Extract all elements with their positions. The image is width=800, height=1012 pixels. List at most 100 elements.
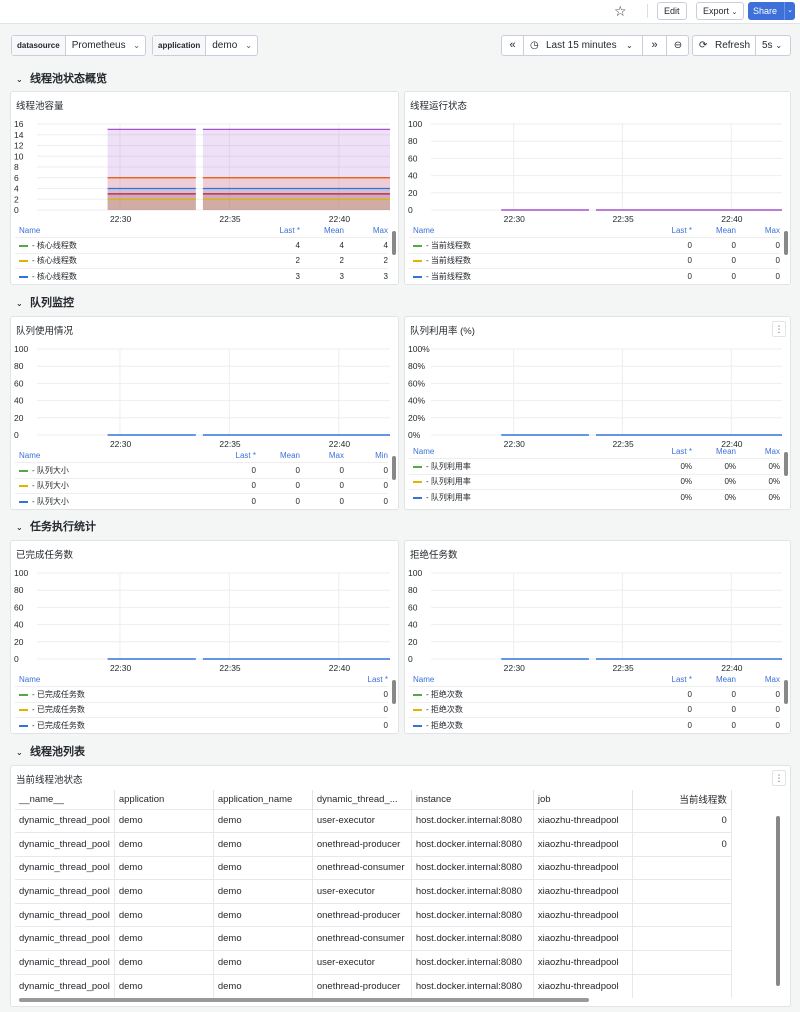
legend-row[interactable]: - 已完成任务数 0 — [15, 701, 388, 718]
column-header[interactable]: __name__ — [15, 790, 115, 809]
table-row[interactable]: dynamic_thread_pool demo demo onethread-pro… — [15, 832, 732, 857]
legend-row[interactable]: - 当前线程数 0 0 0 — [409, 237, 780, 253]
legend-col-stat[interactable]: Mean — [256, 451, 300, 460]
legend-col-stat[interactable]: Min — [344, 451, 388, 460]
legend-scrollbar[interactable] — [784, 680, 788, 704]
legend-table: Name Last * Mean Max Min - 队列大小 0 0 0 0 - 队列大小 0 0 0 0… — [15, 448, 388, 509]
chevron-down-icon[interactable]: ⌄ — [784, 2, 795, 20]
legend-col-stat[interactable]: Mean — [692, 447, 736, 456]
shift-forward-icon[interactable]: » — [642, 36, 666, 55]
table-row[interactable]: dynamic_thread_pool demo demo onethread-con… — [15, 926, 732, 951]
legend-row[interactable]: - 队列利用率 0% 0% 0% — [409, 473, 780, 490]
legend-series-name: - 拒绝次数 — [409, 689, 648, 700]
legend-scrollbar[interactable] — [784, 452, 788, 476]
legend-col-stat[interactable]: Mean — [692, 226, 736, 235]
legend-value: 3 — [295, 271, 300, 281]
legend-value: 0 — [775, 705, 780, 715]
row-header-queue[interactable]: ⌄ 队列监控 — [16, 294, 74, 310]
legend-col-name[interactable]: Name — [409, 675, 648, 684]
legend-col-stat[interactable]: Max — [344, 226, 388, 235]
star-icon[interactable]: ☆ — [614, 3, 627, 20]
y-tick-label: 40 — [408, 171, 418, 181]
legend-col-stat[interactable]: Last * — [648, 675, 692, 684]
legend-col-name[interactable]: Name — [409, 447, 648, 456]
legend-row[interactable]: - 当前线程数 0 0 0 — [409, 268, 780, 284]
table-row[interactable]: dynamic_thread_pool demo demo onethread-pro… — [15, 973, 732, 998]
legend-value: 0 — [687, 689, 692, 699]
legend-col-stat[interactable]: Mean — [692, 675, 736, 684]
legend-col-stat[interactable]: Max — [300, 451, 344, 460]
variable-application[interactable]: application demo ⌄ — [152, 35, 258, 56]
legend-row[interactable]: - 已完成任务数 0 — [15, 686, 388, 702]
row-header-overview[interactable]: ⌄ 线程池状态概览 — [16, 70, 107, 86]
column-header[interactable]: 当前线程数 — [632, 790, 732, 809]
time-range-picker[interactable]: Last 15 minutes — [546, 36, 617, 55]
column-header[interactable]: job — [533, 790, 633, 809]
panel-menu-icon[interactable]: ⋮ — [772, 321, 786, 337]
legend-row[interactable]: - 队列利用率 0% 0% 0% — [409, 489, 780, 505]
table-cell: onethread-producer — [312, 902, 412, 927]
refresh-button[interactable]: Refresh — [715, 36, 750, 55]
legend-col-name[interactable]: Name — [15, 675, 344, 684]
table-row[interactable]: dynamic_thread_pool demo demo onethread-pro… — [15, 902, 732, 927]
legend-row[interactable]: - 队列大小 0 0 0 0 — [15, 493, 388, 509]
legend-col-stat[interactable]: Mean — [300, 226, 344, 235]
table-vertical-scrollbar[interactable] — [776, 816, 780, 986]
y-tick-label: 14 — [14, 130, 24, 140]
variable-datasource[interactable]: datasource Prometheus ⌄ — [11, 35, 146, 56]
export-button[interactable]: Export ⌄ — [696, 2, 745, 20]
legend-row[interactable]: - 核心线程数 2 2 2 — [15, 252, 388, 269]
y-tick-label: 60 — [14, 602, 24, 612]
table-row[interactable]: dynamic_thread_pool demo demo onethread-con… — [15, 855, 732, 880]
legend-label: - 拒绝次数 — [426, 720, 463, 730]
legend-col-name[interactable]: Name — [409, 226, 648, 235]
legend-row[interactable]: - 队列大小 0 0 0 0 — [15, 477, 388, 494]
legend-row[interactable]: - 队列利用率 0% 0% 0% — [409, 458, 780, 474]
legend-row[interactable]: - 拒绝次数 0 0 0 — [409, 717, 780, 733]
row-header-list[interactable]: ⌄ 线程池列表 — [16, 743, 85, 759]
table-row[interactable]: dynamic_thread_pool demo demo user-executor… — [15, 879, 732, 904]
share-button[interactable]: Share ⌄ — [748, 2, 795, 20]
shift-back-icon[interactable]: « — [502, 36, 524, 55]
legend-row[interactable]: - 队列大小 0 0 0 0 — [15, 462, 388, 478]
refresh-interval-picker[interactable]: 5s ⌄ — [755, 36, 791, 55]
column-header[interactable]: instance — [411, 790, 534, 809]
legend-row[interactable]: - 当前线程数 0 0 0 — [409, 252, 780, 269]
legend-col-name[interactable]: Name — [15, 226, 256, 235]
column-header[interactable]: application_name — [213, 790, 313, 809]
table-row[interactable]: dynamic_thread_pool demo demo user-executor… — [15, 808, 732, 833]
table-cell: demo — [213, 808, 313, 833]
table-horizontal-scrollbar[interactable] — [19, 998, 589, 1002]
legend-col-stat[interactable]: Last * — [648, 447, 692, 456]
zoom-out-icon[interactable]: ⊖ — [666, 36, 689, 55]
table-cell: xiaozhu-threadpool — [533, 832, 633, 857]
legend-col-stat[interactable]: Max — [736, 226, 780, 235]
legend-col-stat[interactable]: Last * — [344, 675, 388, 684]
table-row[interactable]: dynamic_thread_pool demo demo user-executor… — [15, 950, 732, 975]
legend-row[interactable]: - 核心线程数 3 3 3 — [15, 268, 388, 284]
legend-row[interactable]: - 拒绝次数 0 0 0 — [409, 701, 780, 718]
legend-scrollbar[interactable] — [784, 231, 788, 255]
panel-menu-icon[interactable]: ⋮ — [772, 770, 786, 786]
y-tick-label: 60 — [408, 153, 418, 163]
legend-scrollbar[interactable] — [392, 231, 396, 255]
legend-col-stat[interactable]: Last * — [256, 226, 300, 235]
legend-row[interactable]: - 拒绝次数 0 0 0 — [409, 686, 780, 702]
table-cell: demo — [114, 808, 214, 833]
legend-value: 0 — [687, 720, 692, 730]
edit-button[interactable]: Edit — [657, 2, 687, 20]
row-header-tasks[interactable]: ⌄ 任务执行统计 — [16, 518, 96, 534]
legend-col-stat[interactable]: Last * — [212, 451, 256, 460]
column-header[interactable]: dynamic_thread_... — [312, 790, 412, 809]
legend-col-name[interactable]: Name — [15, 451, 212, 460]
refresh-icon[interactable]: ⟳ — [699, 36, 707, 55]
legend-scrollbar[interactable] — [392, 456, 396, 480]
legend-scrollbar[interactable] — [392, 680, 396, 704]
table-cell: xiaozhu-threadpool — [533, 808, 633, 833]
legend-col-stat[interactable]: Last * — [648, 226, 692, 235]
legend-col-stat[interactable]: Max — [736, 447, 780, 456]
legend-row[interactable]: - 已完成任务数 0 — [15, 717, 388, 733]
column-header[interactable]: application — [114, 790, 214, 809]
legend-col-stat[interactable]: Max — [736, 675, 780, 684]
legend-row[interactable]: - 核心线程数 4 4 4 — [15, 237, 388, 253]
